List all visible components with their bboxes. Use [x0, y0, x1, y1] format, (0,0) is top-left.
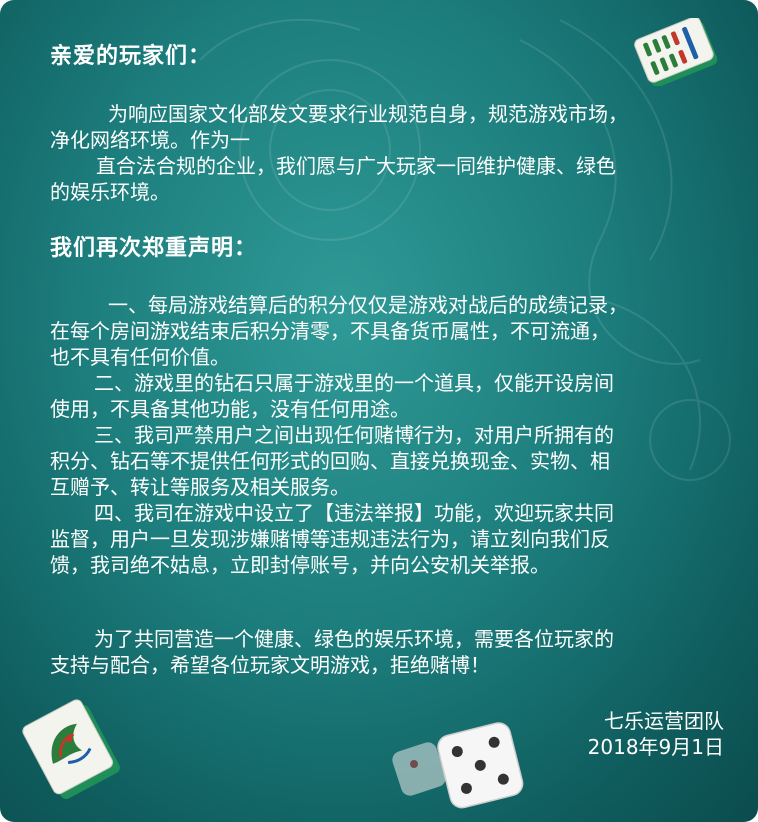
- point-4-line-2: 监督，用户一旦发现涉嫌赌博等违规违法行为，请立刻向我们反: [50, 527, 610, 551]
- intro-line-1: 为响应国家文化部发文要求行业规范自身，规范游戏市场，: [108, 102, 628, 126]
- signature-team: 七乐运营团队: [604, 709, 724, 733]
- intro-paragraph: 为响应国家文化部发文要求行业规范自身，规范游戏市场， 净化网络环境。作为一 直合…: [50, 101, 726, 205]
- mahjong-tile-bird-icon: [22, 699, 120, 799]
- point-1-line-1: 一、每局游戏结算后的积分仅仅是游戏对战后的成绩记录，: [108, 293, 628, 317]
- closing-line-2: 支持与配合，希望各位玩家文明游戏，拒绝赌博！: [50, 653, 490, 677]
- point-4-line-3: 馈，我司绝不姑息，立即封停账号，并向公安机关举报。: [50, 553, 550, 577]
- greeting-heading: 亲爱的玩家们：: [50, 44, 212, 69]
- intro-line-3: 直合法合规的企业，我们愿与广大玩家一同维护健康、绿色: [96, 154, 616, 178]
- notice-panel: 亲爱的玩家们： 为响应国家文化部发文要求行业规范自身，规范游戏市场， 净化网络环…: [0, 0, 758, 822]
- point-2-line-1: 二、游戏里的钻石只属于游戏里的一个道具，仅能开设房间: [94, 371, 614, 395]
- declaration-heading: 我们再次郑重声明：: [50, 236, 258, 261]
- signature-date: 2018年9月1日: [587, 735, 724, 759]
- point-3-line-3: 互赠予、转让等服务及相关服务。: [50, 475, 350, 499]
- point-2-line-2: 使用，不具备其他功能，没有任何用途。: [50, 397, 410, 421]
- point-4-line-1: 四、我司在游戏中设立了【违法举报】功能，欢迎玩家共同: [94, 501, 614, 525]
- declaration-points: 一、每局游戏结算后的积分仅仅是游戏对战后的成绩记录， 在每个房间游戏结束后积分清…: [50, 292, 726, 578]
- point-3-line-1: 三、我司严禁用户之间出现任何赌博行为，对用户所拥有的: [94, 423, 614, 447]
- point-1-line-3: 也不具有任何价值。: [50, 345, 230, 369]
- closing-line-1: 为了共同营造一个健康、绿色的娱乐环境，需要各位玩家的: [94, 627, 614, 651]
- intro-line-4: 的娱乐环境。: [50, 180, 170, 204]
- intro-line-2: 净化网络环境。作为一: [50, 128, 250, 152]
- signature-block: 七乐运营团队 2018年9月1日: [588, 708, 724, 760]
- point-1-line-2: 在每个房间游戏结束后积分清零，不具备货币属性，不可流通，: [50, 319, 610, 343]
- point-3-line-2: 积分、钻石等不提供任何形式的回购、直接兑换现金、实物、相: [50, 449, 610, 473]
- mahjong-tile-eight-bamboo-icon: [634, 18, 718, 86]
- closing-paragraph: 为了共同营造一个健康、绿色的娱乐环境，需要各位玩家的 支持与配合，希望各位玩家文…: [50, 626, 726, 678]
- dice-icon: [392, 722, 524, 809]
